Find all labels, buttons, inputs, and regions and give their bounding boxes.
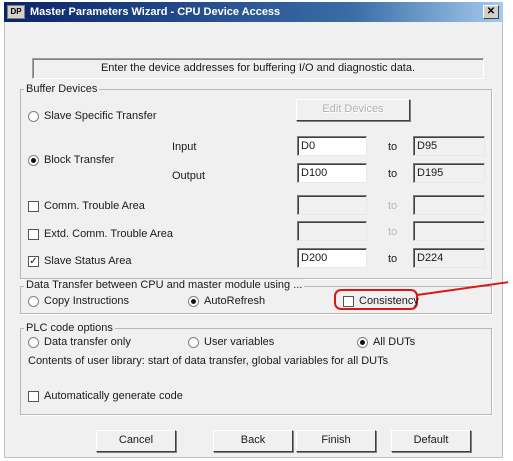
auto-generate-code-checkbox[interactable]	[28, 391, 39, 402]
extd-comm-trouble-area-checkbox[interactable]	[28, 229, 39, 240]
block-transfer-label: Block Transfer	[44, 154, 115, 166]
input-from-field[interactable]: D0	[297, 136, 367, 156]
copy-instructions-radio[interactable]	[28, 296, 39, 307]
data-transfer-only-radio[interactable]	[28, 337, 39, 348]
all-duts-label: All DUTs	[373, 336, 416, 348]
instruction-banner: Enter the device addresses for buffering…	[32, 58, 484, 79]
slave-status-to-label: to	[388, 253, 398, 265]
slave-status-area-checkbox[interactable]: ✓	[28, 256, 39, 267]
extd-comm-trouble-area-label: Extd. Comm. Trouble Area	[44, 228, 173, 240]
input-to-label: to	[388, 141, 398, 153]
all-duts-radio[interactable]	[357, 337, 368, 348]
slave-status-area-label: Slave Status Area	[44, 255, 132, 267]
plc-code-options-legend: PLC code options	[24, 322, 115, 334]
comm-trouble-from-field	[297, 195, 367, 215]
autorefresh-radio[interactable]	[188, 296, 199, 307]
slave-specific-transfer-label: Slave Specific Transfer	[44, 110, 157, 122]
comm-trouble-area-label: Comm. Trouble Area	[44, 200, 145, 212]
user-variables-label: User variables	[204, 336, 275, 348]
output-to-label: to	[388, 168, 398, 180]
data-transfer-only-label: Data transfer only	[44, 336, 131, 348]
slave-status-to-field: D224	[413, 248, 485, 268]
extd-comm-trouble-from-field	[297, 221, 367, 241]
input-label: Input	[172, 141, 197, 153]
window-title: Master Parameters Wizard - CPU Device Ac…	[30, 6, 281, 18]
extd-comm-trouble-to-label: to	[388, 226, 398, 238]
copy-instructions-label: Copy Instructions	[44, 295, 129, 307]
slave-status-from-field[interactable]: D200	[297, 248, 367, 268]
output-from-field[interactable]: D100	[297, 163, 367, 183]
edit-devices-button[interactable]: Edit Devices	[296, 99, 410, 121]
output-label: Output	[172, 170, 206, 182]
slave-specific-transfer-radio[interactable]	[28, 111, 39, 122]
comm-trouble-to-label: to	[388, 200, 398, 212]
block-transfer-radio[interactable]	[28, 155, 39, 166]
app-logo-icon: DP	[7, 5, 25, 19]
back-button[interactable]: Back	[213, 430, 293, 452]
auto-generate-code-label: Automatically generate code	[44, 390, 183, 402]
cancel-button[interactable]: Cancel	[96, 430, 176, 452]
instruction-text: Enter the device addresses for buffering…	[100, 62, 416, 74]
checkmark-icon: ✓	[29, 256, 38, 267]
title-bar[interactable]: DP Master Parameters Wizard - CPU Device…	[4, 2, 503, 22]
close-icon: ✕	[486, 6, 496, 17]
close-button[interactable]: ✕	[483, 5, 499, 19]
comm-trouble-area-checkbox[interactable]	[28, 201, 39, 212]
consistency-checkbox[interactable]	[343, 296, 354, 307]
autorefresh-label: AutoRefresh	[204, 295, 266, 307]
data-transfer-legend: Data Transfer between CPU and master mod…	[24, 279, 305, 291]
output-to-field: D195	[413, 163, 485, 183]
finish-button[interactable]: Finish	[296, 430, 376, 452]
user-variables-radio[interactable]	[188, 337, 199, 348]
input-to-field: D95	[413, 136, 485, 156]
plc-code-description: Contents of user library: start of data …	[28, 355, 389, 367]
comm-trouble-to-field	[413, 195, 485, 215]
extd-comm-trouble-to-field	[413, 221, 485, 241]
buffer-devices-legend: Buffer Devices	[24, 83, 100, 95]
default-button[interactable]: Default	[391, 430, 471, 452]
consistency-label: Consistency	[359, 295, 419, 307]
